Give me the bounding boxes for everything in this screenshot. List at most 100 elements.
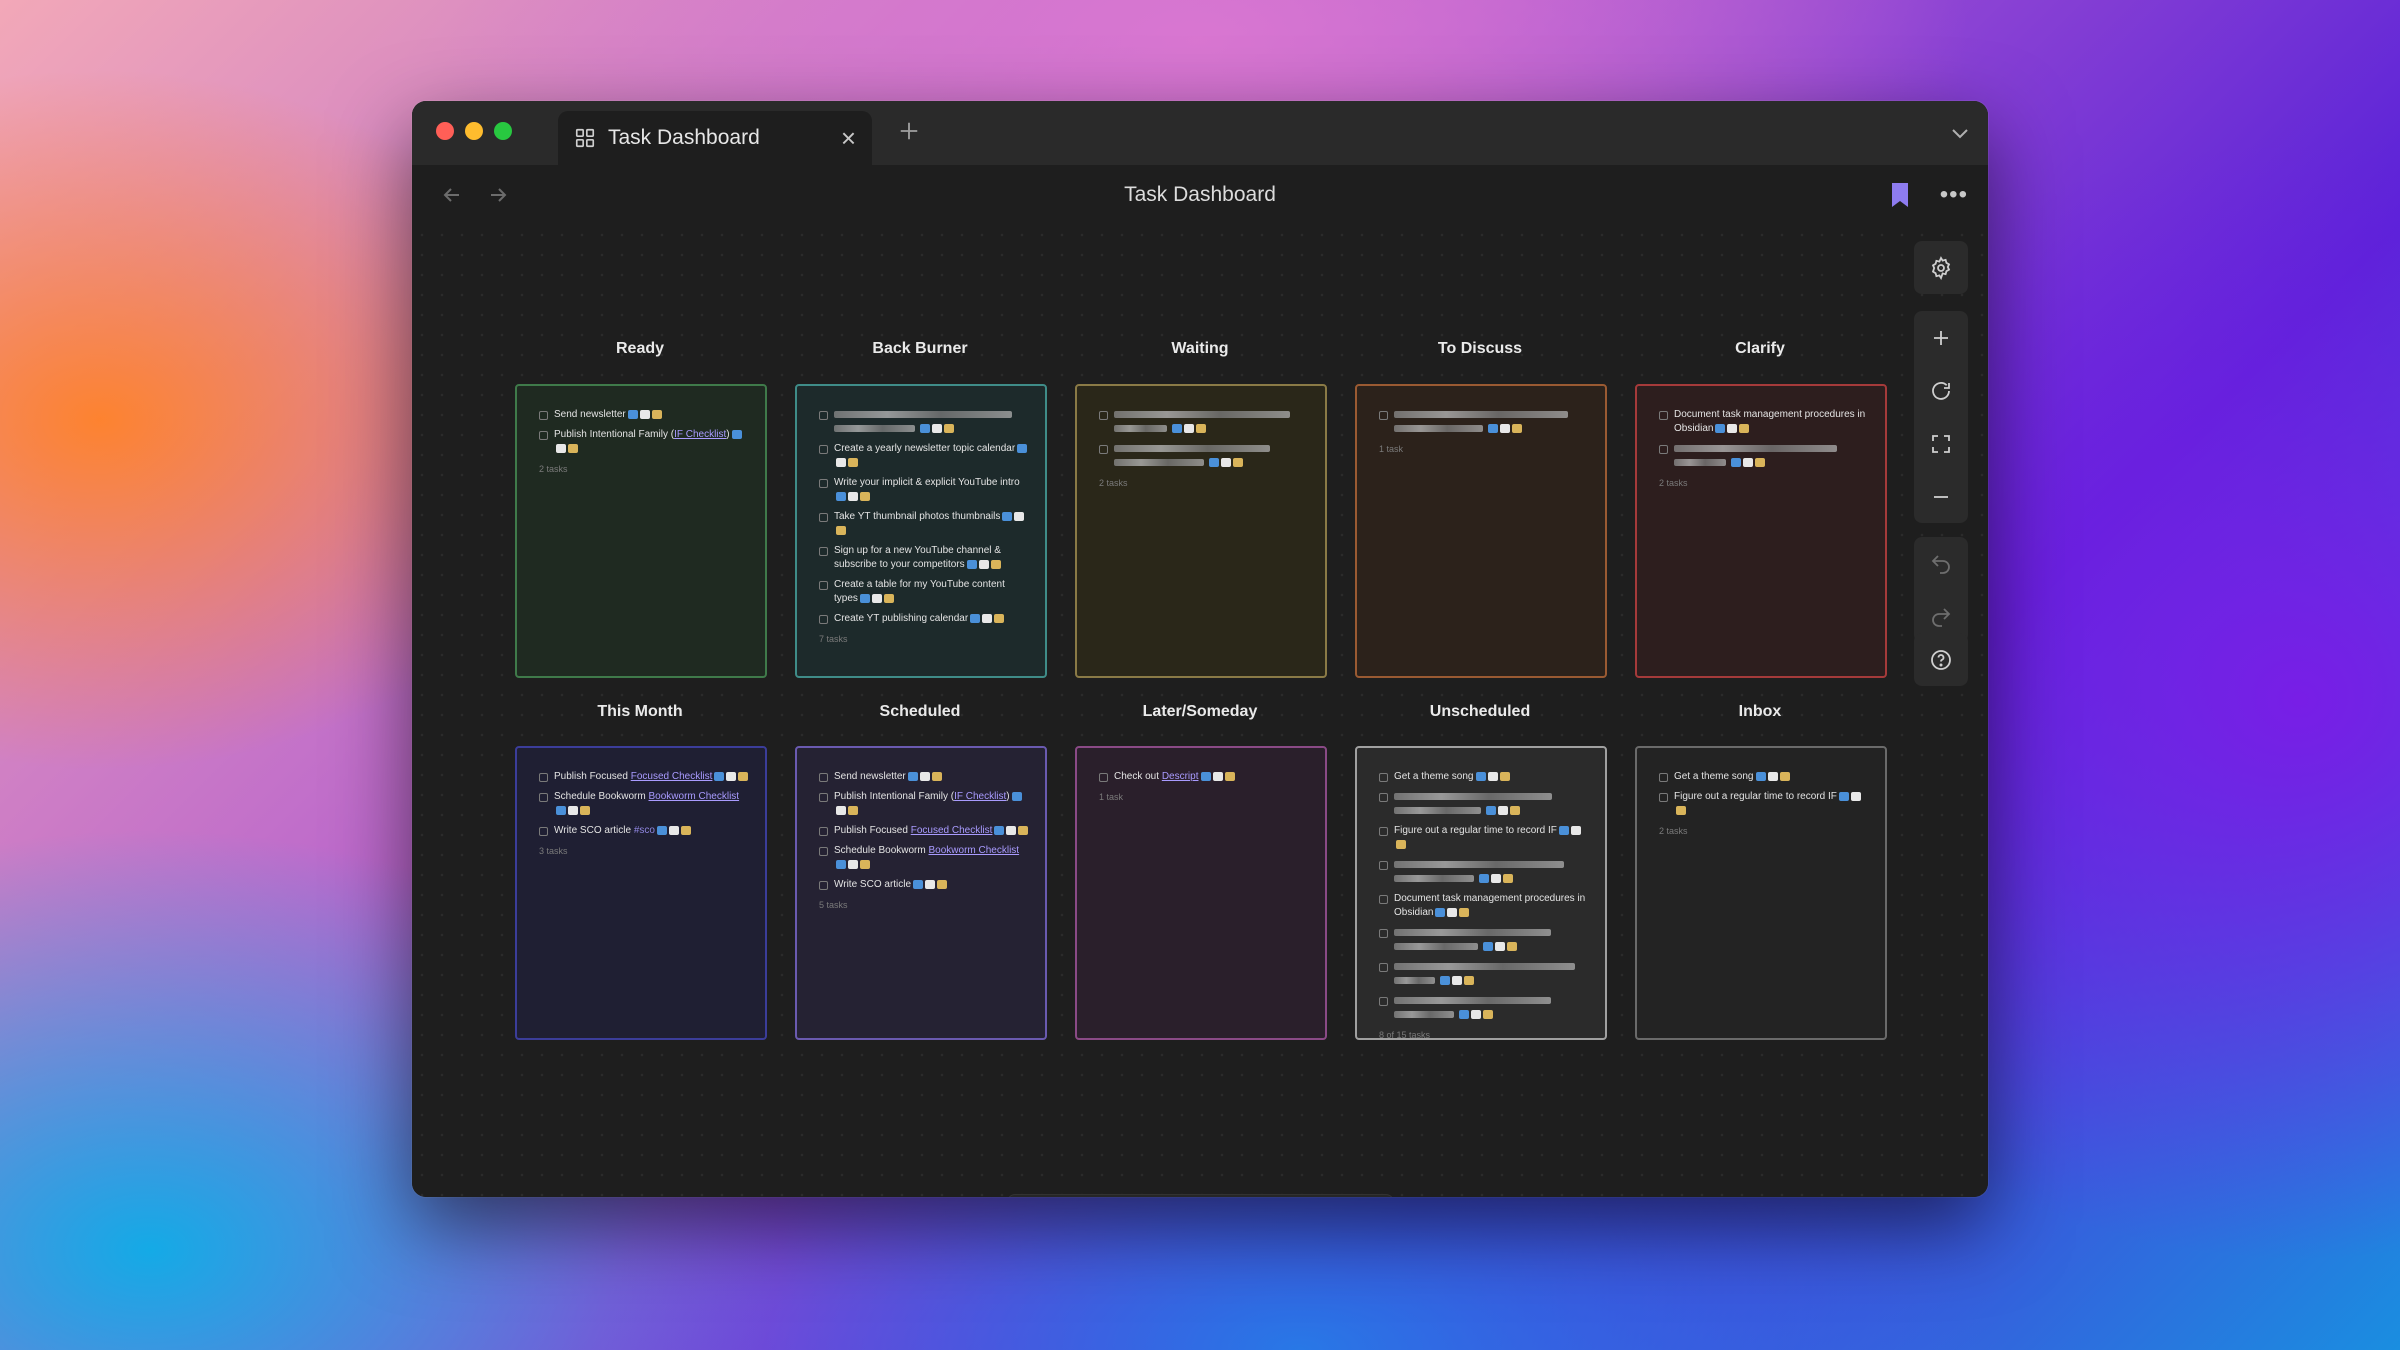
column-card[interactable]: Check out Descript 1 task <box>1075 746 1327 1040</box>
task-checkbox[interactable] <box>819 615 828 624</box>
task-checkbox[interactable] <box>1379 773 1388 782</box>
column-card[interactable]: Get a theme song Figure out a regular tim… <box>1355 746 1607 1040</box>
task-meta-icon <box>1503 873 1513 883</box>
task-checkbox[interactable] <box>819 479 828 488</box>
task-checkbox[interactable] <box>539 793 548 802</box>
fit-to-screen-button[interactable] <box>1914 417 1968 470</box>
task-tag[interactable]: #sco <box>634 825 655 836</box>
more-icon[interactable]: ••• <box>1940 181 1968 209</box>
redacted-text <box>1394 1010 1454 1018</box>
task-meta-icon <box>1459 907 1470 917</box>
task-checkbox[interactable] <box>1379 793 1388 802</box>
tab-task-dashboard[interactable]: Task Dashboard × <box>558 111 872 165</box>
task-checkbox[interactable] <box>1659 773 1668 782</box>
task-item: Figure out a regular time to record IF <box>1659 790 1871 818</box>
task-meta-icon <box>1006 825 1017 835</box>
task-text: Figure out a regular time to record IF <box>1394 824 1591 852</box>
task-checkbox[interactable] <box>539 827 548 836</box>
task-label: Send newsletter <box>834 771 906 782</box>
task-link[interactable]: IF Checklist <box>674 429 726 440</box>
column-card[interactable]: 2 tasks <box>1075 384 1327 678</box>
column-card[interactable]: Get a theme song Figure out a regular tim… <box>1635 746 1887 1040</box>
task-checkbox[interactable] <box>1099 773 1108 782</box>
column-card[interactable]: Create a yearly newsletter topic calenda… <box>795 384 1047 678</box>
task-checkbox[interactable] <box>1379 929 1388 938</box>
task-checkbox[interactable] <box>1379 997 1388 1006</box>
task-checkbox[interactable] <box>1099 411 1108 420</box>
task-checkbox[interactable] <box>819 793 828 802</box>
task-checkbox[interactable] <box>1379 827 1388 836</box>
task-link[interactable]: Bookworm Checklist <box>649 791 740 802</box>
task-checkbox[interactable] <box>1659 411 1668 420</box>
column-card[interactable]: Send newsletter Publish Intentional Famil… <box>795 746 1047 1040</box>
task-text: Sign up for a new YouTube channel & subs… <box>834 544 1031 572</box>
undo-button[interactable] <box>1914 537 1968 590</box>
task-checkbox[interactable] <box>819 411 828 420</box>
task-link[interactable]: Bookworm Checklist <box>929 845 1020 856</box>
zoom-out-button[interactable] <box>1914 470 1968 523</box>
task-checkbox[interactable] <box>819 881 828 890</box>
task-meta-icon <box>1475 771 1486 781</box>
task-meta-icon <box>1479 873 1489 883</box>
task-item <box>819 408 1031 436</box>
task-checkbox[interactable] <box>1099 445 1108 454</box>
task-checkbox[interactable] <box>819 581 828 590</box>
redacted-text <box>1674 458 1726 466</box>
settings-button[interactable] <box>1914 241 1968 294</box>
task-meta-icon <box>1838 791 1849 801</box>
column-card[interactable]: Publish Focused Focused Checklist Schedul… <box>515 746 767 1040</box>
task-meta-icon <box>871 593 882 603</box>
task-checkbox[interactable] <box>1659 793 1668 802</box>
close-icon[interactable]: × <box>841 125 856 151</box>
chevron-down-icon[interactable] <box>1948 121 1972 145</box>
task-item <box>1379 960 1591 988</box>
task-checkbox[interactable] <box>819 827 828 836</box>
task-text: Publish Intentional Family (IF Checklist… <box>554 428 751 456</box>
column-card[interactable]: Send newsletter Publish Intentional Famil… <box>515 384 767 678</box>
canvas[interactable]: Ready Send newsletter Publish Intentional … <box>412 225 1988 1197</box>
task-text: Document task management procedures in O… <box>1394 892 1591 920</box>
task-link[interactable]: IF Checklist <box>954 791 1006 802</box>
window-maximize-button[interactable] <box>494 122 512 140</box>
task-checkbox[interactable] <box>819 847 828 856</box>
task-link[interactable]: Descript <box>1162 771 1199 782</box>
task-checkbox[interactable] <box>819 547 828 556</box>
task-meta-icon <box>1452 975 1462 985</box>
task-checkbox[interactable] <box>1379 963 1388 972</box>
task-text: Write SCO article #sco <box>554 824 691 838</box>
task-meta-icon <box>1017 443 1028 453</box>
help-button[interactable] <box>1914 633 1968 686</box>
task-link[interactable]: Focused Checklist <box>911 825 993 836</box>
task-checkbox[interactable] <box>539 431 548 440</box>
zoom-in-button[interactable] <box>1914 311 1968 364</box>
window-minimize-button[interactable] <box>465 122 483 140</box>
task-count: 1 task <box>1099 792 1124 802</box>
task-link[interactable]: Focused Checklist <box>631 771 713 782</box>
task-item <box>1379 408 1591 436</box>
title-bar: Task Dashboard × <box>412 101 1988 165</box>
task-item: Get a theme song <box>1659 770 1871 784</box>
task-checkbox[interactable] <box>819 773 828 782</box>
window-close-button[interactable] <box>436 122 454 140</box>
column-card[interactable]: 1 task <box>1355 384 1607 678</box>
task-text-redacted <box>1394 926 1554 954</box>
task-checkbox[interactable] <box>539 411 548 420</box>
task-meta-icon <box>1212 771 1223 781</box>
column-card[interactable]: Document task management procedures in O… <box>1635 384 1887 678</box>
task-checkbox[interactable] <box>819 513 828 522</box>
task-checkbox[interactable] <box>819 445 828 454</box>
task-checkbox[interactable] <box>1379 411 1388 420</box>
task-checkbox[interactable] <box>1659 445 1668 454</box>
help-icon <box>1931 649 1951 670</box>
new-tab-button[interactable] <box>898 115 920 147</box>
task-text: Create YT publishing calendar <box>834 612 1005 626</box>
task-text-redacted <box>1394 790 1555 818</box>
task-checkbox[interactable] <box>1379 861 1388 870</box>
reset-zoom-button[interactable] <box>1914 364 1968 417</box>
bookmark-icon[interactable] <box>1890 182 1910 208</box>
task-text: Write your implicit & explicit YouTube i… <box>834 476 1031 504</box>
task-meta-icon <box>1483 1009 1493 1019</box>
task-checkbox[interactable] <box>1379 895 1388 904</box>
task-checkbox[interactable] <box>539 773 548 782</box>
task-label-suffix: ) <box>726 429 730 440</box>
